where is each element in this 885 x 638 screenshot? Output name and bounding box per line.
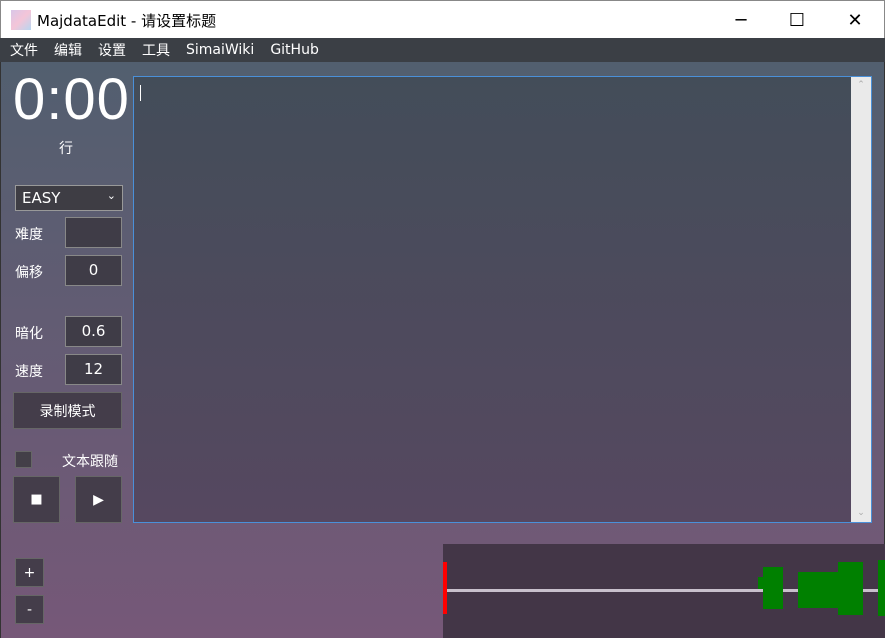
- follow-text-checkbox[interactable]: [15, 451, 32, 468]
- offset-label: 偏移: [15, 265, 43, 281]
- follow-text-label: 文本跟随: [62, 454, 118, 470]
- menu-settings[interactable]: 设置: [98, 40, 126, 60]
- app-icon: [11, 10, 31, 30]
- waveform-block: [763, 567, 783, 609]
- play-icon: ▶: [93, 491, 104, 508]
- stop-button[interactable]: ■: [13, 476, 60, 523]
- menu-file[interactable]: 文件: [10, 40, 38, 60]
- menu-bar: 文件 编辑 设置 工具 SimaiWiki GitHub: [0, 38, 885, 62]
- chevron-down-icon: ⌄: [106, 189, 116, 202]
- minimize-button[interactable]: ─: [712, 1, 770, 39]
- row-label: 行: [59, 141, 73, 157]
- menu-github[interactable]: GitHub: [270, 42, 319, 58]
- menu-simaiwiki[interactable]: SimaiWiki: [186, 42, 254, 58]
- title-bar: MajdataEdit - 请设置标题 ─ ☐ ✕: [0, 0, 885, 38]
- scroll-up-icon[interactable]: ⌃: [851, 77, 871, 94]
- main-area: 0:00 行 EASY ⌄ 难度 偏移 0 暗化 0.6 速度 12 录制模式 文…: [0, 62, 885, 638]
- scroll-down-icon[interactable]: ⌄: [851, 505, 871, 522]
- record-mode-button[interactable]: 录制模式: [13, 392, 122, 429]
- difficulty-value: EASY: [22, 189, 61, 207]
- speed-input[interactable]: 12: [65, 354, 122, 385]
- window-title: MajdataEdit - 请设置标题: [37, 12, 217, 30]
- level-label: 难度: [15, 227, 43, 243]
- play-button[interactable]: ▶: [75, 476, 122, 523]
- maximize-button[interactable]: ☐: [768, 1, 826, 39]
- zoom-out-button[interactable]: -: [15, 595, 44, 624]
- close-button[interactable]: ✕: [826, 1, 884, 39]
- time-display: 0:00: [13, 67, 130, 132]
- zoom-in-button[interactable]: +: [15, 558, 44, 587]
- chart-text-editor[interactable]: ⌃ ⌄: [133, 76, 872, 523]
- difficulty-select[interactable]: EASY ⌄: [15, 185, 123, 211]
- offset-input[interactable]: 0: [65, 255, 122, 286]
- waveform-block: [838, 562, 863, 615]
- waveform-block: [878, 560, 885, 616]
- level-input[interactable]: [65, 217, 122, 248]
- menu-tools[interactable]: 工具: [142, 40, 170, 60]
- text-caret: [140, 85, 141, 101]
- menu-edit[interactable]: 编辑: [54, 40, 82, 60]
- stop-icon: ■: [30, 492, 43, 507]
- speed-label: 速度: [15, 364, 43, 380]
- dim-input[interactable]: 0.6: [65, 316, 122, 347]
- waveform-view[interactable]: [443, 544, 885, 638]
- vertical-scrollbar[interactable]: ⌃ ⌄: [851, 77, 871, 522]
- playhead-cursor[interactable]: [443, 562, 447, 614]
- dim-label: 暗化: [15, 326, 43, 342]
